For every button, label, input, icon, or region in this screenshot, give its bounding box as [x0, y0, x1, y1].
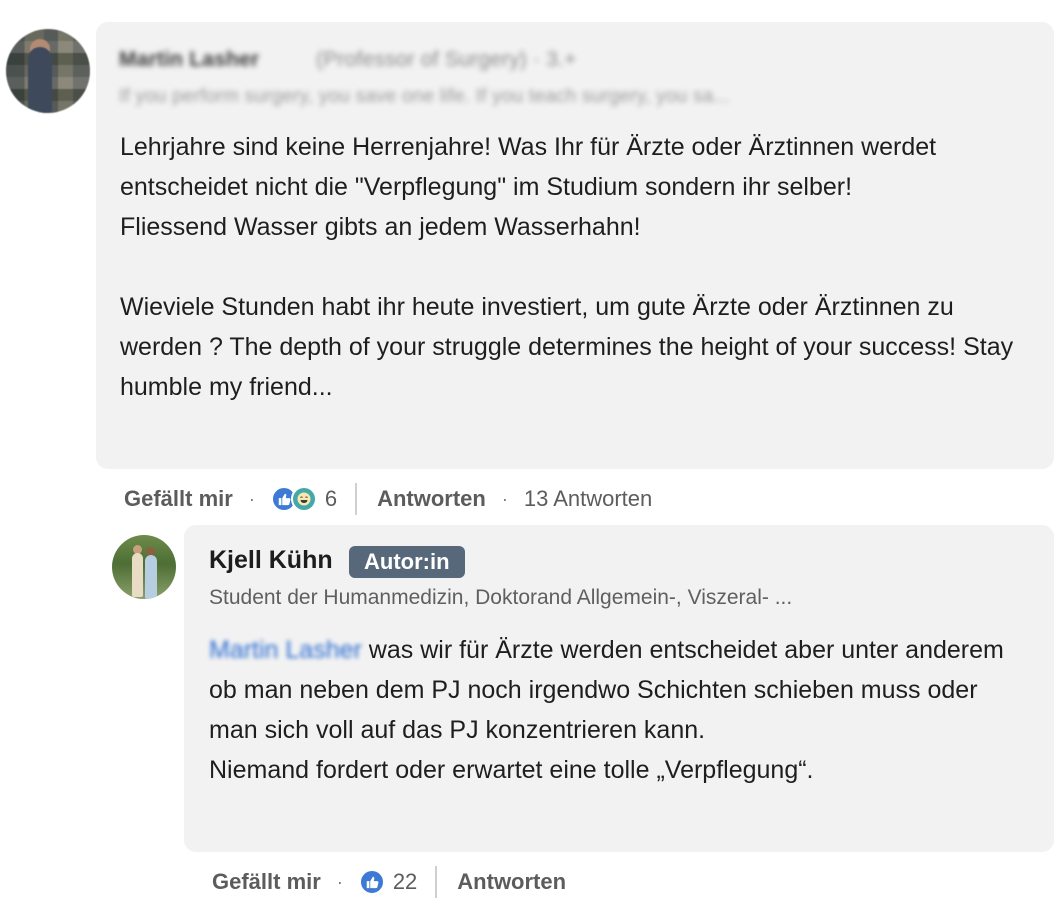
separator-dot: ·: [336, 871, 343, 892]
mention-link[interactable]: Martin Lasher: [209, 630, 362, 670]
replies-count-link[interactable]: 13 Antworten: [524, 486, 652, 512]
reactions-summary[interactable]: 6: [270, 486, 338, 512]
comment-paragraph: Wieviele Stunden habt ihr heute investie…: [120, 293, 1014, 401]
commenter-role: (Professor of Surgery) · 3.+: [316, 48, 577, 71]
comment-spacer: [120, 247, 1030, 287]
reply-author-name[interactable]: Kjell Kühn: [209, 546, 333, 575]
reply-author-headline: Student der Humanmedizin, Doktorand Allg…: [209, 586, 793, 609]
commenter-name[interactable]: Martin Lasher: [119, 48, 259, 72]
reply-button[interactable]: Antworten: [377, 486, 486, 512]
reactions-summary[interactable]: 22: [358, 869, 418, 895]
thumbs-up-icon: [358, 869, 385, 895]
reply-button[interactable]: Antworten: [457, 869, 566, 895]
like-button[interactable]: Gefällt mir: [212, 869, 321, 895]
like-button[interactable]: Gefällt mir: [124, 486, 233, 512]
commenter-headline: If you perform surgery, you save one lif…: [119, 86, 730, 107]
laughing-face-icon: [290, 486, 317, 512]
reply-author-avatar[interactable]: [112, 535, 176, 599]
comment-body: Lehrjahre sind keine Herrenjahre! Was Ih…: [120, 127, 1030, 407]
reply-body: Martin Lasher was wir für Ärzte werden e…: [209, 630, 1029, 790]
comment-paragraph: Fliessend Wasser gibts an jedem Wasserha…: [120, 213, 641, 241]
action-divider: [435, 866, 438, 898]
reply-paragraph: Niemand fordert oder erwartet eine tolle…: [209, 756, 814, 784]
separator-dot: ·: [501, 488, 508, 509]
action-divider: [355, 483, 358, 515]
comment-paragraph: Lehrjahre sind keine Herrenjahre! Was Ih…: [120, 133, 937, 201]
comment-actions: Gefällt mir · 6 Antworten · 13 Antworten: [124, 480, 652, 518]
reply-paragraph: Martin Lasher was wir für Ärzte werden e…: [209, 630, 1029, 750]
reply-actions: Gefällt mir · 22 Antworten: [212, 863, 566, 901]
reaction-count: 22: [392, 869, 418, 894]
commenter-avatar[interactable]: [6, 29, 90, 113]
separator-dot: ·: [248, 488, 255, 509]
author-badge: Autor:in: [349, 546, 465, 578]
reaction-count: 6: [324, 486, 338, 511]
